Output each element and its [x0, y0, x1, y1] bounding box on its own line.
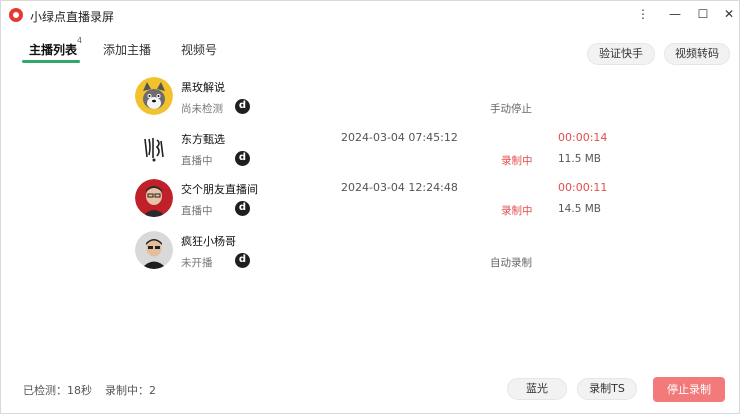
streamer-name: 交个朋友直播间	[181, 183, 258, 196]
live-status: 未开播	[181, 257, 213, 269]
tab-streamer-list[interactable]: 主播列表	[29, 41, 77, 58]
record-mode: 自动录制	[490, 257, 532, 269]
tab-count-badge: 4	[77, 36, 83, 45]
record-duration: 00:00:11	[558, 181, 608, 194]
streamer-name: 疯狂小杨哥	[181, 235, 236, 248]
douyin-platform-icon: d	[235, 253, 250, 268]
tab-add-streamer[interactable]: 添加主播	[103, 41, 151, 58]
douyin-platform-icon: d	[235, 201, 250, 216]
bluray-button[interactable]: 蓝光	[507, 378, 567, 400]
recording-count: 录制中：2	[105, 384, 156, 397]
stop-recording-button[interactable]: 停止录制	[653, 377, 725, 402]
streamer-row[interactable]: 交个朋友直播间 直播中 d 2024-03-04 12:24:48 00:00:…	[135, 179, 608, 225]
verify-kuaishou-button[interactable]: 验证快手	[587, 43, 655, 65]
streamer-row[interactable]: 疯狂小杨哥 未开播 d 自动录制	[135, 231, 605, 277]
streamer-name: 黑玫解说	[181, 81, 225, 94]
record-mode: 手动停止	[490, 103, 532, 115]
more-menu-icon[interactable]: ⋮	[633, 5, 653, 23]
streamer-row[interactable]: 黑玫解说 尚未检测 d 手动停止	[135, 77, 605, 123]
detected-time: 已检测：18秒	[23, 384, 92, 397]
douyin-platform-icon: d	[235, 99, 250, 114]
live-status: 尚未检测	[181, 103, 223, 115]
minimize-button[interactable]: —	[665, 5, 685, 23]
file-size: 11.5 MB	[558, 153, 601, 165]
tab-video-account[interactable]: 视频号	[181, 41, 217, 58]
start-time: 2024-03-04 12:24:48	[341, 181, 458, 194]
record-logo-icon	[9, 8, 23, 22]
recording-state: 录制中	[501, 205, 533, 217]
record-ts-button[interactable]: 录制TS	[577, 378, 637, 400]
video-transcode-button[interactable]: 视频转码	[664, 43, 730, 65]
start-time: 2024-03-04 07:45:12	[341, 131, 458, 144]
maximize-button[interactable]: ☐	[693, 5, 713, 23]
close-button[interactable]: ✕	[719, 5, 739, 23]
streamer-name: 东方甄选	[181, 133, 225, 146]
avatar	[135, 77, 173, 115]
active-tab-indicator	[22, 60, 80, 63]
live-status: 直播中	[181, 205, 213, 217]
recording-state: 录制中	[501, 155, 533, 167]
streamer-row[interactable]: 东方甄选 直播中 d 2024-03-04 07:45:12 00:00:14 …	[135, 129, 608, 175]
douyin-platform-icon: d	[235, 151, 250, 166]
avatar	[135, 179, 173, 217]
avatar	[135, 129, 173, 167]
record-duration: 00:00:14	[558, 131, 608, 144]
avatar	[135, 231, 173, 269]
title-bar: 小绿点直播录屏 ⋮ — ☐ ✕	[1, 1, 739, 29]
file-size: 14.5 MB	[558, 203, 601, 215]
live-status: 直播中	[181, 155, 213, 167]
app-window: 小绿点直播录屏 ⋮ — ☐ ✕ 主播列表 4 添加主播 视频号 验证快手 视频转…	[0, 0, 740, 414]
app-title: 小绿点直播录屏	[30, 10, 115, 24]
